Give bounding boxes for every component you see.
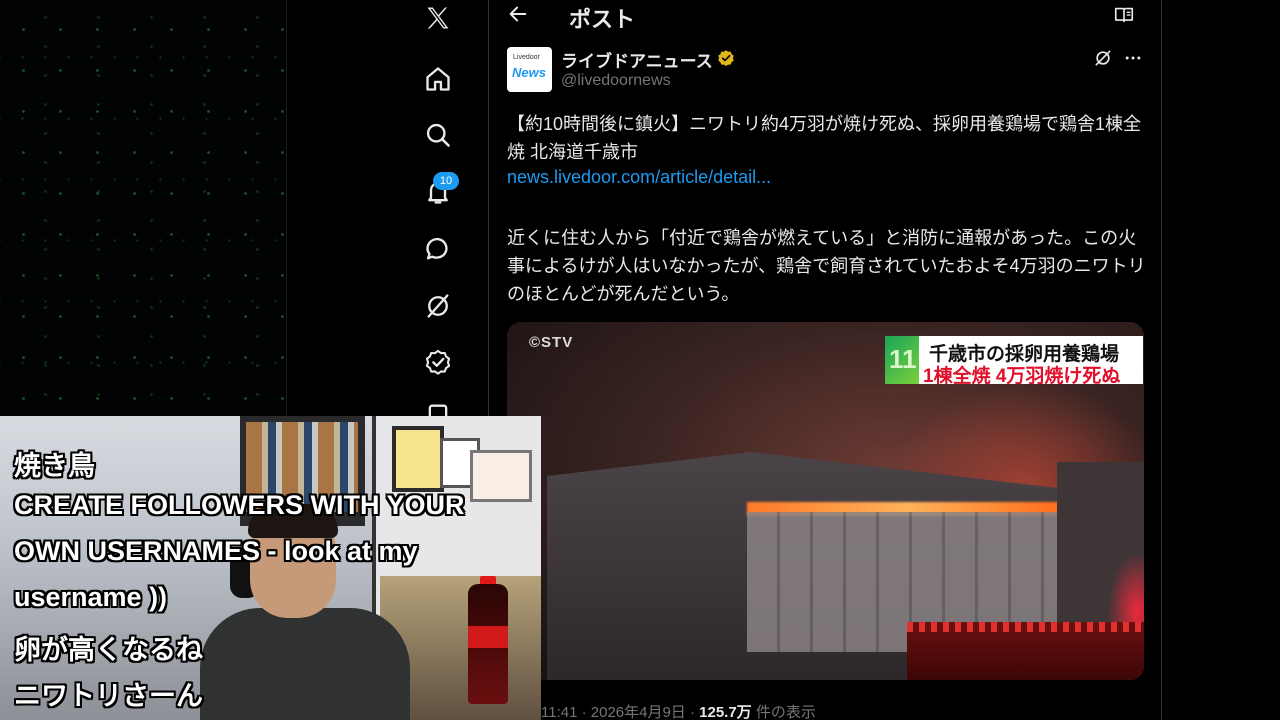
verified-badge-icon: [718, 50, 734, 67]
webcam-picture-frame: [470, 450, 532, 502]
grok-icon[interactable]: [423, 291, 453, 321]
post-link[interactable]: news.livedoor.com/article/detail...: [507, 167, 771, 188]
chat-message: OWN USERNAMES - look at my: [14, 536, 418, 566]
broadcaster-watermark: ©STV: [529, 334, 574, 351]
author-display-name[interactable]: ライブドアニュース: [561, 47, 713, 72]
avatar-text-top: Livedoor: [513, 54, 540, 61]
avatar-logo-text: News: [512, 65, 546, 80]
chat-message: CREATE FOLLOWERS WITH YOUR: [14, 490, 465, 520]
chat-message: 焼き鳥: [14, 451, 95, 481]
search-icon[interactable]: [423, 120, 453, 150]
cola-label: [468, 626, 508, 648]
page-title: ポスト: [569, 7, 636, 32]
webcam-overlay: 焼き鳥 CREATE FOLLOWERS WITH YOUR OWN USERN…: [0, 416, 541, 720]
channel-logo: 11: [885, 336, 919, 384]
channel-logo-text: 11: [889, 344, 917, 374]
news-caption-box: 11 千歳市の採卵用養鶏場 1棟全焼 4万羽焼け死ぬ: [885, 336, 1143, 387]
post-body-text: 近くに住む人から「付近で鶏舎が燃えている」と消防に通報があった。この火事によるけ…: [507, 228, 1146, 304]
streamer-body: [200, 608, 410, 720]
notification-badge: 10: [433, 172, 459, 190]
chat-message: username )): [14, 582, 168, 612]
post-detail-column: ポスト Livedoor News ライブドアニュース @livedoornew…: [488, 0, 1162, 720]
post-meta: 11:41 · 2026年4月9日 · 125.7万 件の表示: [541, 701, 816, 720]
more-options-icon[interactable]: [1123, 48, 1143, 68]
post-media-image[interactable]: ©STV 11 千歳市の採卵用養鶏場 1棟全焼 4万羽焼け死ぬ: [507, 322, 1144, 680]
fire-truck-ladder: [907, 622, 1144, 632]
webcam-picture-frame: [392, 426, 444, 492]
post-timestamp[interactable]: 11:41 · 2026年4月9日 ·: [541, 704, 699, 720]
avatar[interactable]: Livedoor News: [507, 47, 552, 92]
author-handle[interactable]: @livedoornews: [561, 72, 671, 90]
reader-mode-icon[interactable]: [1113, 4, 1135, 26]
post-text: 【約10時間後に鎮火】ニワトリ約4万羽が焼け死ぬ、採卵用養鶏場で鶏舎1棟全焼 北…: [507, 114, 1142, 162]
post-header: ポスト: [489, 0, 1163, 32]
x-logo-icon[interactable]: [423, 3, 453, 33]
chat-message: ニワトリさーん: [14, 681, 203, 711]
chat-message: 卵が高くなるね: [14, 635, 203, 665]
verified-check-icon[interactable]: [423, 347, 453, 377]
caption-line-2: 1棟全焼 4万羽焼け死ぬ: [923, 366, 1121, 387]
home-icon[interactable]: [423, 64, 453, 94]
grok-explain-icon[interactable]: [1093, 48, 1113, 68]
chat-icon[interactable]: [423, 234, 453, 264]
view-count: 125.7万: [699, 704, 752, 720]
view-count-suffix: 件の表示: [751, 704, 816, 720]
back-arrow-icon[interactable]: [507, 3, 529, 25]
